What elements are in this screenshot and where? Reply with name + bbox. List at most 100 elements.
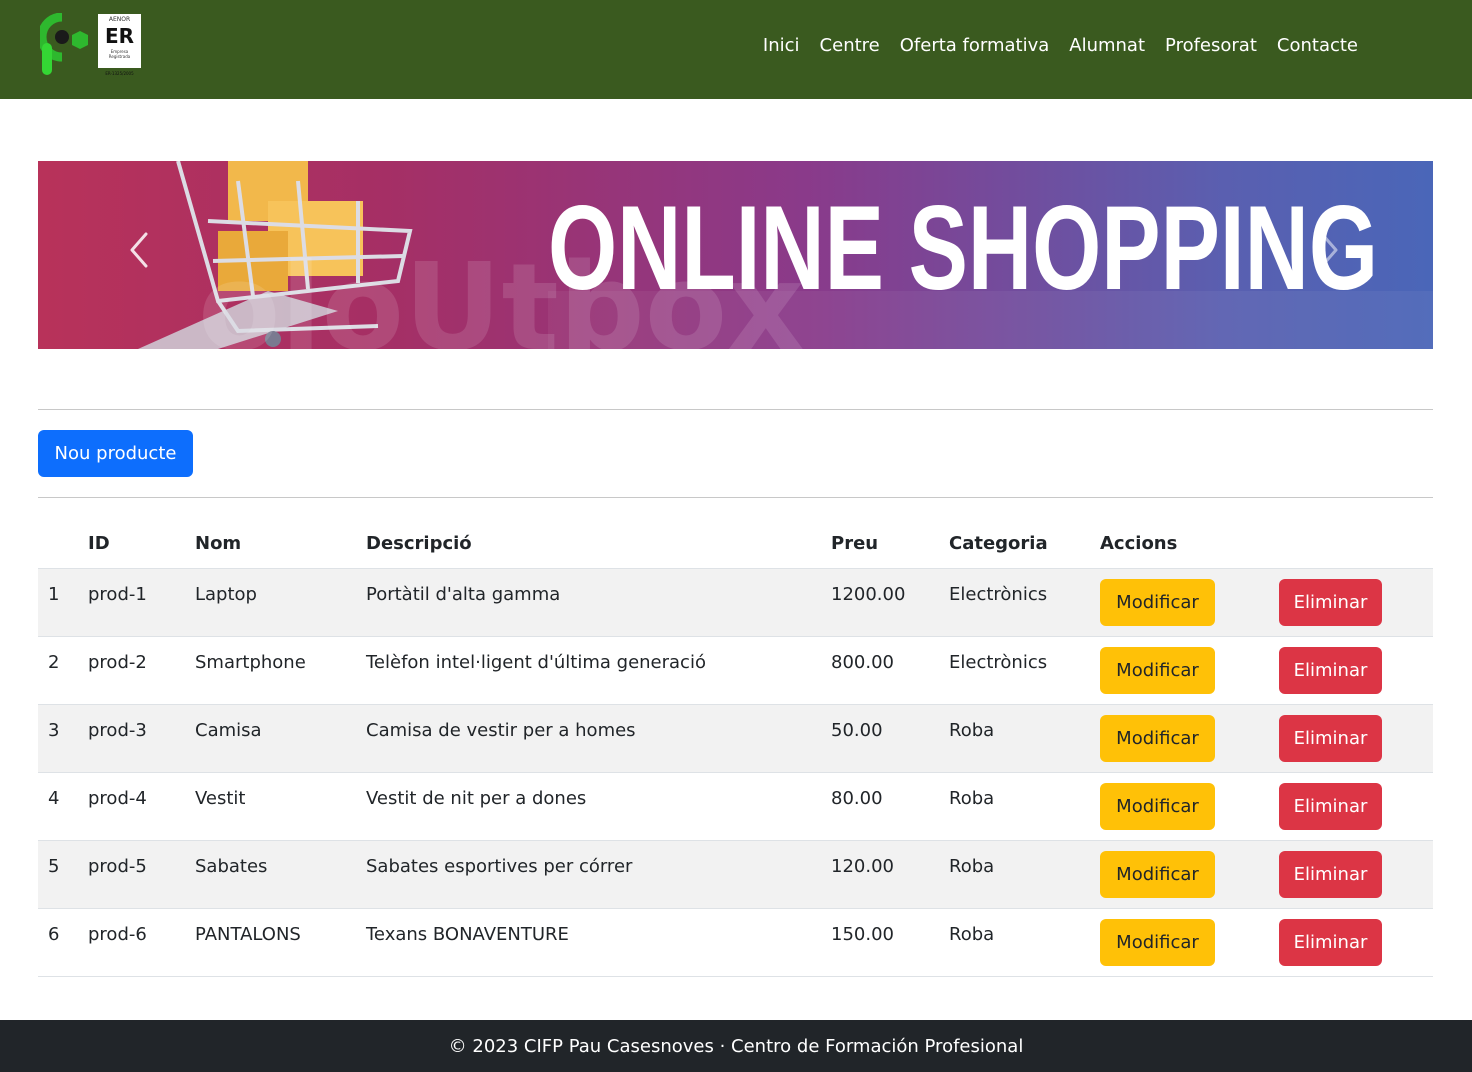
modify-button[interactable]: Modificar bbox=[1100, 646, 1215, 694]
cell-nom: PANTALONS bbox=[185, 908, 356, 977]
navbar: AENOR ER Empresa Registrada ER-1325/2005… bbox=[0, 0, 1472, 99]
modify-button[interactable]: Modificar bbox=[1100, 714, 1215, 762]
divider-bottom bbox=[38, 497, 1433, 498]
cell-nom: Vestit bbox=[185, 772, 356, 841]
cell-categoria: Electrònics bbox=[939, 636, 1090, 705]
delete-button[interactable]: Eliminar bbox=[1279, 918, 1382, 966]
cell-descripcio: Sabates esportives per córrer bbox=[356, 840, 821, 909]
cell-categoria: Roba bbox=[939, 704, 1090, 773]
cell-id: prod-4 bbox=[78, 772, 185, 841]
svg-text:Registrada: Registrada bbox=[109, 54, 131, 59]
new-product-button[interactable]: Nou producte bbox=[38, 430, 193, 477]
header-categoria: Categoria bbox=[939, 520, 1090, 569]
table-row: 3 prod-3 Camisa Camisa de vestir per a h… bbox=[38, 704, 1433, 773]
table-row: 4 prod-4 Vestit Vestit de nit per a done… bbox=[38, 772, 1433, 841]
carousel-next-button[interactable] bbox=[1318, 231, 1348, 281]
cell-index: 6 bbox=[38, 908, 78, 977]
cell-delete: Eliminar bbox=[1269, 704, 1433, 773]
delete-button[interactable]: Eliminar bbox=[1279, 850, 1382, 898]
cell-descripcio: Telèfon intel·ligent d'última generació bbox=[356, 636, 821, 705]
cell-delete: Eliminar bbox=[1269, 908, 1433, 977]
cell-categoria: Electrònics bbox=[939, 568, 1090, 637]
nav-link-centre[interactable]: Centre bbox=[820, 33, 880, 59]
cell-delete: Eliminar bbox=[1269, 568, 1433, 637]
nav-links: Inici Centre Oferta formativa Alumnat Pr… bbox=[763, 33, 1358, 59]
cell-nom: Camisa bbox=[185, 704, 356, 773]
cell-id: prod-1 bbox=[78, 568, 185, 637]
svg-text:AENOR: AENOR bbox=[109, 16, 130, 23]
cell-descripcio: Vestit de nit per a dones bbox=[356, 772, 821, 841]
cell-modify: Modificar bbox=[1090, 840, 1269, 909]
cell-id: prod-3 bbox=[78, 704, 185, 773]
delete-button[interactable]: Eliminar bbox=[1279, 782, 1382, 830]
cell-nom: Laptop bbox=[185, 568, 356, 637]
cell-delete: Eliminar bbox=[1269, 772, 1433, 841]
cell-preu: 50.00 bbox=[821, 704, 939, 773]
modify-button[interactable]: Modificar bbox=[1100, 918, 1215, 966]
nav-link-inici[interactable]: Inici bbox=[763, 33, 800, 59]
cell-categoria: Roba bbox=[939, 772, 1090, 841]
header-preu: Preu bbox=[821, 520, 939, 569]
cell-modify: Modificar bbox=[1090, 704, 1269, 773]
chevron-right-icon bbox=[1320, 232, 1338, 268]
delete-button[interactable]: Eliminar bbox=[1279, 714, 1382, 762]
cell-preu: 1200.00 bbox=[821, 568, 939, 637]
nav-link-profesorat[interactable]: Profesorat bbox=[1165, 33, 1257, 59]
cell-preu: 800.00 bbox=[821, 636, 939, 705]
cell-descripcio: Camisa de vestir per a homes bbox=[356, 704, 821, 773]
cell-index: 3 bbox=[38, 704, 78, 773]
svg-text:ER: ER bbox=[105, 24, 134, 48]
cell-delete: Eliminar bbox=[1269, 840, 1433, 909]
svg-text:ER-1325/2005: ER-1325/2005 bbox=[105, 71, 134, 76]
nav-link-oferta-formativa[interactable]: Oferta formativa bbox=[900, 33, 1050, 59]
cell-preu: 80.00 bbox=[821, 772, 939, 841]
cell-modify: Modificar bbox=[1090, 772, 1269, 841]
products-table: ID Nom Descripció Preu Categoria Accions… bbox=[38, 520, 1433, 977]
cell-descripcio: Texans BONAVENTURE bbox=[356, 908, 821, 977]
cell-id: prod-6 bbox=[78, 908, 185, 977]
header-descripcio: Descripció bbox=[356, 520, 821, 569]
school-logo[interactable]: AENOR ER Empresa Registrada ER-1325/2005 bbox=[37, 12, 144, 79]
divider-top bbox=[38, 409, 1433, 410]
cell-nom: Smartphone bbox=[185, 636, 356, 705]
modify-button[interactable]: Modificar bbox=[1100, 782, 1215, 830]
footer-text: © 2023 CIFP Pau Casesnoves · Centro de F… bbox=[448, 1035, 1024, 1057]
header-nom: Nom bbox=[185, 520, 356, 569]
table-row: 6 prod-6 PANTALONS Texans BONAVENTURE 15… bbox=[38, 908, 1433, 977]
cell-delete: Eliminar bbox=[1269, 636, 1433, 705]
cell-index: 5 bbox=[38, 840, 78, 909]
footer: © 2023 CIFP Pau Casesnoves · Centro de F… bbox=[0, 1020, 1472, 1072]
header-id: ID bbox=[78, 520, 185, 569]
cell-modify: Modificar bbox=[1090, 908, 1269, 977]
table-row: 2 prod-2 Smartphone Telèfon intel·ligent… bbox=[38, 636, 1433, 705]
cell-modify: Modificar bbox=[1090, 568, 1269, 637]
table-header-row: ID Nom Descripció Preu Categoria Accions bbox=[38, 520, 1433, 569]
nav-link-alumnat[interactable]: Alumnat bbox=[1069, 33, 1145, 59]
delete-button[interactable]: Eliminar bbox=[1279, 646, 1382, 694]
cell-categoria: Roba bbox=[939, 840, 1090, 909]
shopping-cart-banner-image: oloUtbox ONLINE SHOPPING bbox=[138, 161, 1433, 349]
header-empty bbox=[1269, 520, 1433, 569]
table-row: 5 prod-5 Sabates Sabates esportives per … bbox=[38, 840, 1433, 909]
cell-id: prod-2 bbox=[78, 636, 185, 705]
cell-modify: Modificar bbox=[1090, 636, 1269, 705]
cell-index: 4 bbox=[38, 772, 78, 841]
header-accions: Accions bbox=[1090, 520, 1269, 569]
cell-index: 1 bbox=[38, 568, 78, 637]
table-row: 1 prod-1 Laptop Portàtil d'alta gamma 12… bbox=[38, 568, 1433, 637]
cell-nom: Sabates bbox=[185, 840, 356, 909]
banner-carousel: oloUtbox ONLINE SHOPPING bbox=[38, 161, 1433, 349]
modify-button[interactable]: Modificar bbox=[1100, 578, 1215, 626]
cell-index: 2 bbox=[38, 636, 78, 705]
cell-categoria: Roba bbox=[939, 908, 1090, 977]
modify-button[interactable]: Modificar bbox=[1100, 850, 1215, 898]
header-index bbox=[38, 520, 78, 569]
cell-id: prod-5 bbox=[78, 840, 185, 909]
cell-preu: 120.00 bbox=[821, 840, 939, 909]
cell-descripcio: Portàtil d'alta gamma bbox=[356, 568, 821, 637]
chevron-left-icon bbox=[130, 232, 148, 268]
carousel-prev-button[interactable] bbox=[128, 231, 158, 281]
nav-link-contacte[interactable]: Contacte bbox=[1277, 33, 1358, 59]
delete-button[interactable]: Eliminar bbox=[1279, 578, 1382, 626]
cell-preu: 150.00 bbox=[821, 908, 939, 977]
